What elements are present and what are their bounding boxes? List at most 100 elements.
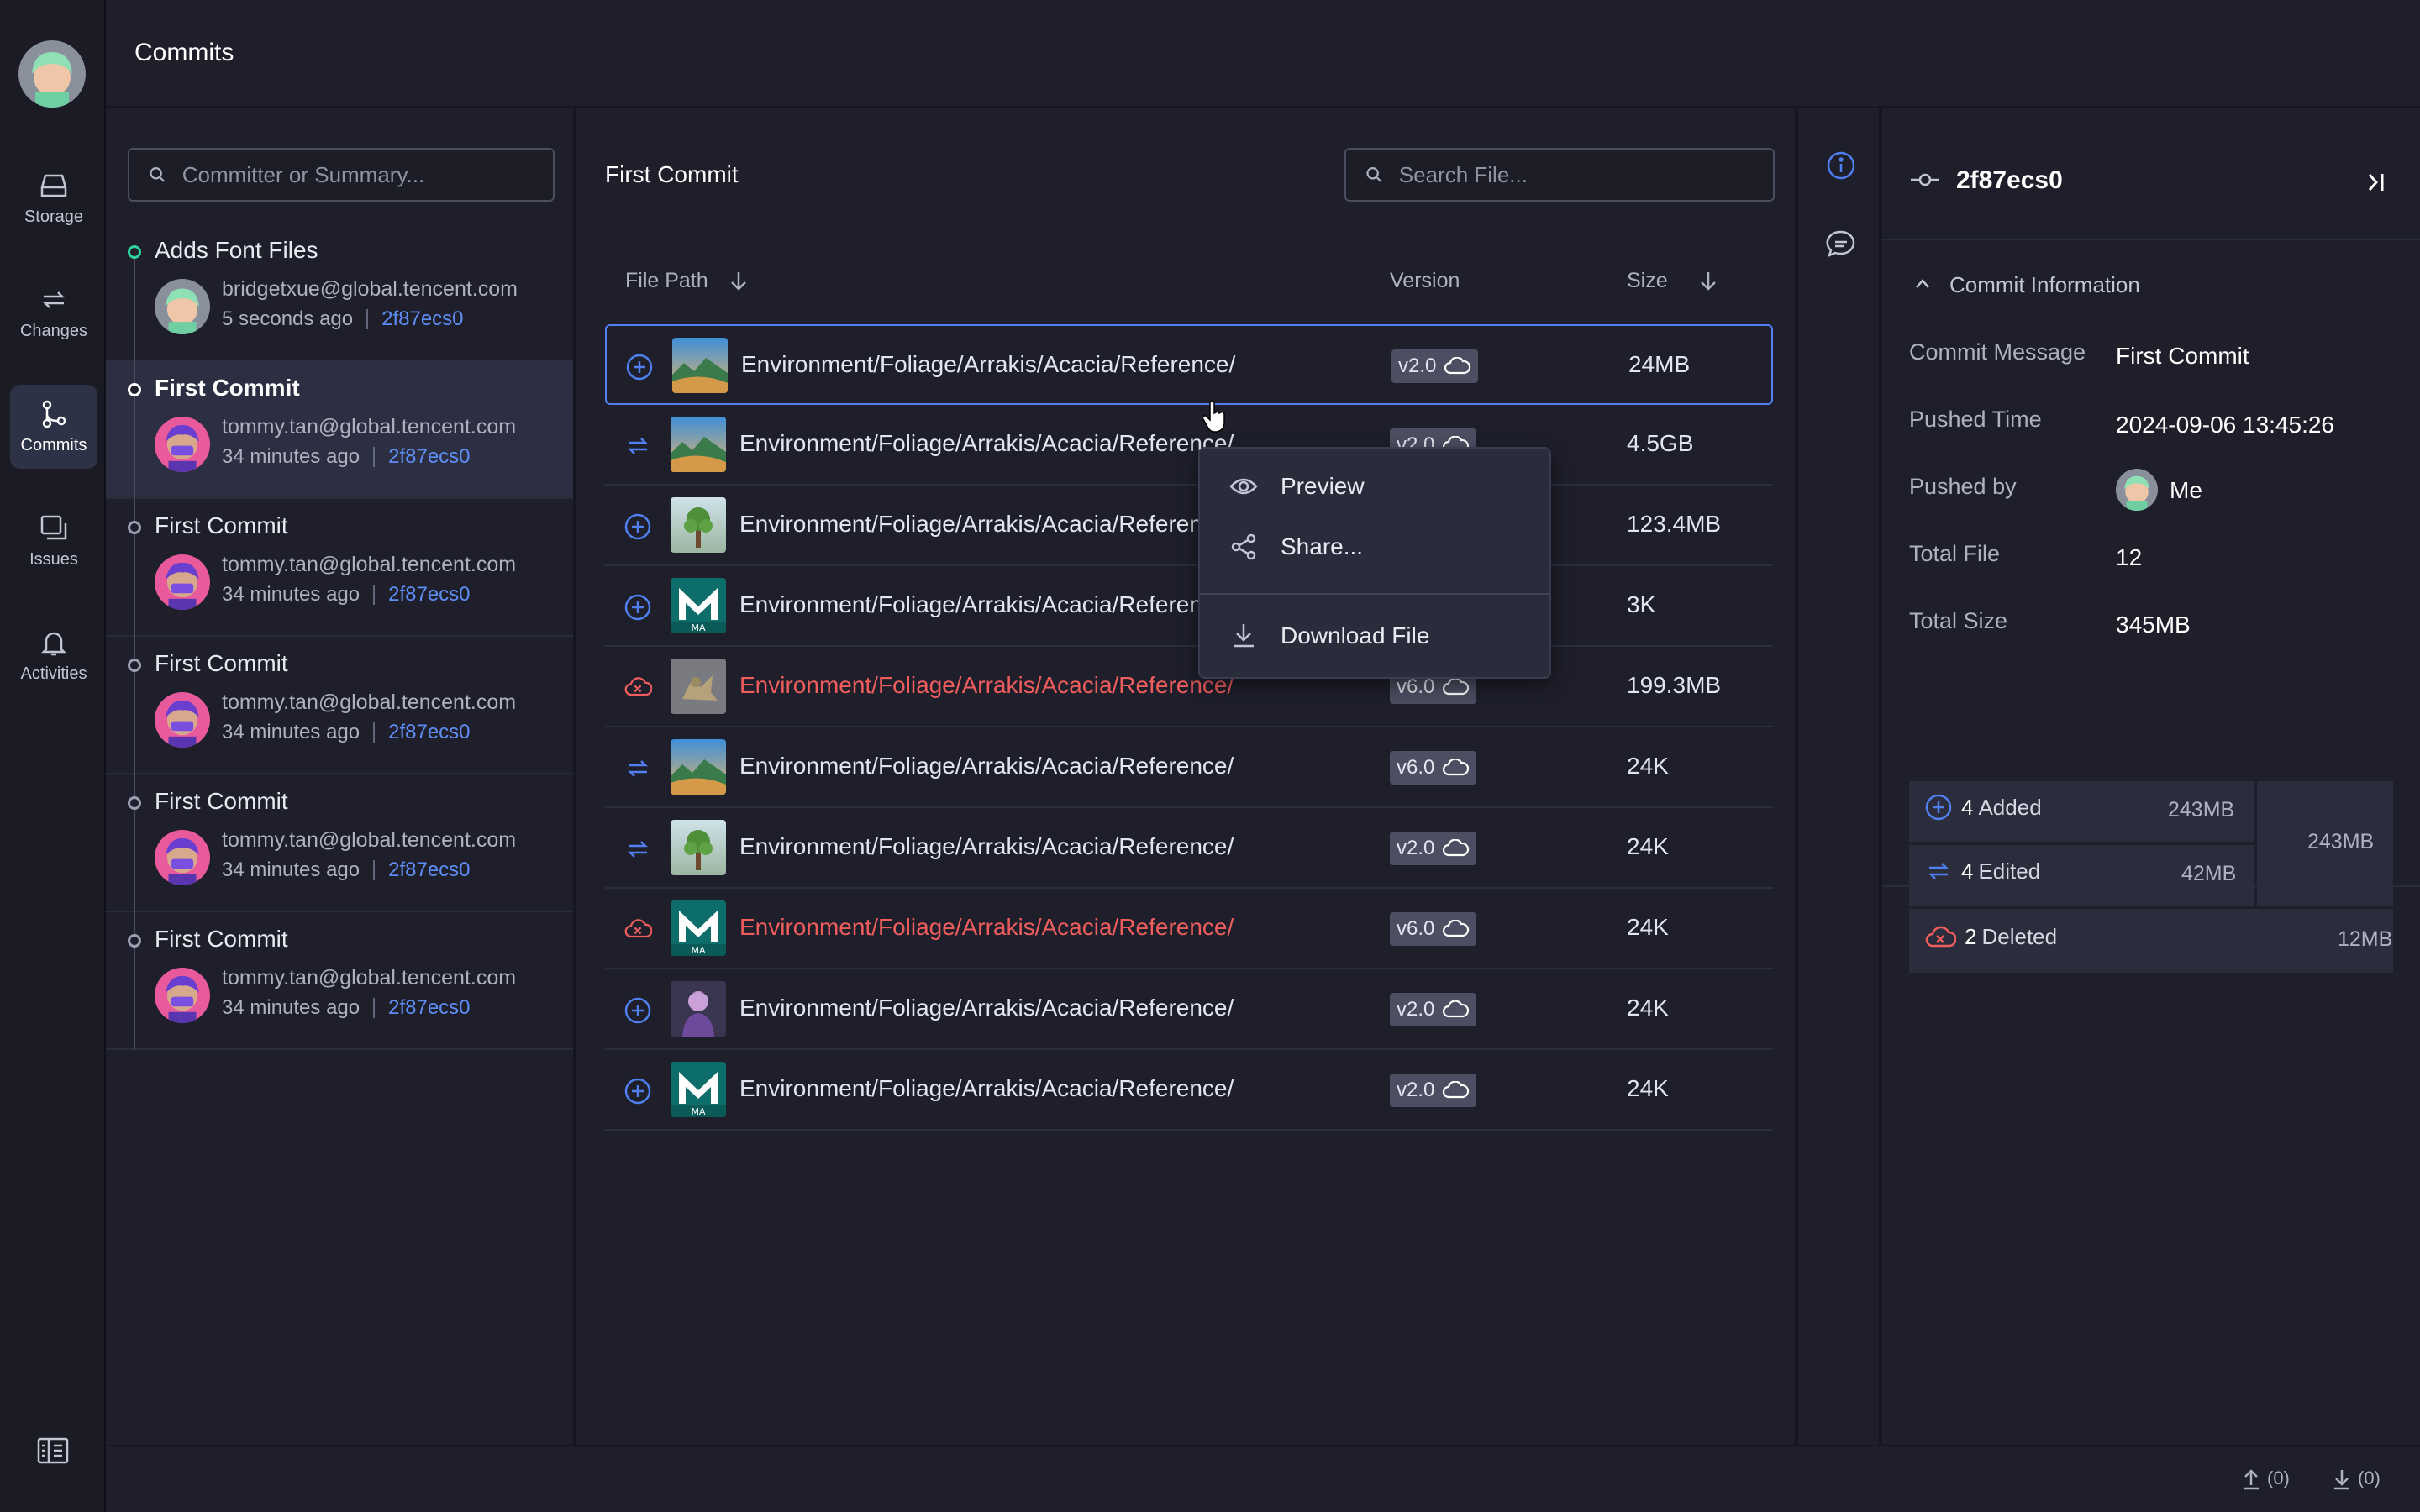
commit-title: Adds Font Files xyxy=(155,237,318,263)
file-thumbnail xyxy=(671,739,726,795)
version-badge[interactable]: v2.0 xyxy=(1390,993,1477,1026)
separator xyxy=(373,722,376,743)
section-title[interactable]: Commit Information xyxy=(1949,272,2140,298)
status-bar: (0) (0) xyxy=(106,1445,2420,1512)
file-size: 24K xyxy=(1627,833,1669,859)
file-path: Environment/Foliage/Arrakis/Acacia/Refer… xyxy=(739,511,1234,537)
file-path: Environment/Foliage/Arrakis/Acacia/Refer… xyxy=(739,430,1234,456)
layout-toggle-icon[interactable] xyxy=(37,1436,69,1465)
commit-hash: 2f87ecs0 xyxy=(1956,166,2063,194)
download-queue[interactable]: (0) xyxy=(2331,1467,2381,1490)
nav-issues[interactable]: Issues xyxy=(10,499,97,583)
added-count: 4 xyxy=(1961,794,1974,820)
sort-down-icon[interactable] xyxy=(1697,269,1719,292)
commit-hash-link[interactable]: 2f87ecs0 xyxy=(388,721,470,744)
nav-commits[interactable]: Commits xyxy=(10,385,97,469)
committer-avatar xyxy=(155,830,210,885)
details-header: 2f87ecs0 xyxy=(1882,108,2420,240)
commit-time: 5 seconds ago xyxy=(222,307,354,330)
added-size: 243MB xyxy=(2168,798,2235,822)
version-badge[interactable]: v6.0 xyxy=(1390,751,1477,785)
nav-changes[interactable]: Changes xyxy=(10,270,97,354)
commit-item[interactable]: First Commit tommy.tan@global.tencent.com… xyxy=(106,912,573,1050)
commit-hash-link[interactable]: 2f87ecs0 xyxy=(388,445,470,469)
file-size: 24K xyxy=(1627,1075,1669,1101)
version-badge[interactable]: v2.0 xyxy=(1392,349,1479,383)
column-file-path[interactable]: File Path xyxy=(625,269,708,293)
cloud-delete-icon xyxy=(1925,926,1956,948)
file-search-input[interactable] xyxy=(1398,161,1773,188)
commit-item[interactable]: First Commit tommy.tan@global.tencent.com… xyxy=(106,361,573,499)
commit-hash-link[interactable]: 2f87ecs0 xyxy=(388,996,470,1020)
file-row[interactable]: MA Environment/Foliage/Arrakis/Acacia/Ref… xyxy=(605,1050,1773,1131)
left-rail: Storage Changes Commits Issues Activitie… xyxy=(0,0,106,1512)
commit-meta: 5 seconds ago 2f87ecs0 xyxy=(222,307,464,331)
commit-title: First Commit xyxy=(155,650,288,676)
version-label: v2.0 xyxy=(1398,354,1437,377)
comment-icon[interactable] xyxy=(1825,228,1857,260)
file-row[interactable]: Environment/Foliage/Arrakis/Acacia/Refer… xyxy=(605,324,1773,405)
commit-graph-node xyxy=(128,659,141,672)
file-row[interactable]: Environment/Foliage/Arrakis/Acacia/Refer… xyxy=(605,727,1773,808)
commit-graph-node xyxy=(128,245,141,259)
commit-meta: 34 minutes ago 2f87ecs0 xyxy=(222,996,471,1020)
commit-title: First Commit xyxy=(155,375,300,401)
commit-time: 34 minutes ago xyxy=(222,721,360,743)
download-count: (0) xyxy=(2358,1467,2381,1488)
file-size: 199.3MB xyxy=(1627,672,1722,698)
version-badge[interactable]: v2.0 xyxy=(1390,1074,1477,1107)
file-row[interactable]: MA Environment/Foliage/Arrakis/Acacia/Ref… xyxy=(605,566,1773,647)
hand-cursor-icon xyxy=(1203,400,1225,433)
commit-hash-link[interactable]: 2f87ecs0 xyxy=(381,307,463,331)
file-row[interactable]: Environment/Foliage/Arrakis/Acacia/Refer… xyxy=(605,486,1773,566)
download-icon xyxy=(2334,1470,2349,1490)
separator xyxy=(373,998,376,1018)
column-size[interactable]: Size xyxy=(1627,269,1668,293)
nav-activities[interactable]: Activities xyxy=(10,613,97,697)
svg-text:MA: MA xyxy=(691,622,705,633)
file-row[interactable]: Environment/Foliage/Arrakis/Acacia/Refer… xyxy=(605,405,1773,486)
commit-item[interactable]: First Commit tommy.tan@global.tencent.com… xyxy=(106,499,573,637)
edited-label: Edited xyxy=(1978,858,2041,884)
file-row[interactable]: MA Environment/Foliage/Arrakis/Acacia/Ref… xyxy=(605,889,1773,969)
cloud-icon xyxy=(1443,678,1470,696)
file-row[interactable]: Environment/Foliage/Arrakis/Acacia/Refer… xyxy=(605,647,1773,727)
upload-queue[interactable]: (0) xyxy=(2240,1467,2290,1490)
commit-time: 34 minutes ago xyxy=(222,445,360,468)
committer-avatar xyxy=(155,554,210,610)
version-badge[interactable]: v6.0 xyxy=(1390,912,1477,946)
file-thumbnail xyxy=(671,659,726,714)
info-icon[interactable] xyxy=(1825,150,1857,181)
commit-item[interactable]: Adds Font Files bridgetxue@global.tencent… xyxy=(106,223,573,361)
commit-item[interactable]: First Commit tommy.tan@global.tencent.com… xyxy=(106,774,573,912)
menu-label: Download File xyxy=(1281,622,1430,648)
version-badge[interactable]: v2.0 xyxy=(1390,832,1477,865)
commit-graph-line xyxy=(134,361,135,499)
collapse-panel-icon[interactable] xyxy=(2363,170,2388,195)
commit-search-box[interactable] xyxy=(128,148,555,202)
nav-storage[interactable]: Storage xyxy=(10,156,97,240)
commit-meta: 34 minutes ago 2f87ecs0 xyxy=(222,858,471,882)
commit-search-input[interactable] xyxy=(182,161,553,188)
version-label: v6.0 xyxy=(1397,675,1435,698)
storage-icon xyxy=(40,174,67,197)
sort-down-icon[interactable] xyxy=(728,269,750,292)
commit-title: First Commit xyxy=(155,926,288,952)
file-row[interactable]: Environment/Foliage/Arrakis/Acacia/Refer… xyxy=(605,969,1773,1050)
commit-hash-link[interactable]: 2f87ecs0 xyxy=(388,583,470,606)
commit-hash-link[interactable]: 2f87ecs0 xyxy=(388,858,470,882)
user-avatar[interactable] xyxy=(18,40,86,108)
file-row[interactable]: Environment/Foliage/Arrakis/Acacia/Refer… xyxy=(605,808,1773,889)
commit-meta: 34 minutes ago 2f87ecs0 xyxy=(222,583,471,606)
commit-list-panel: Adds Font Files bridgetxue@global.tencent… xyxy=(106,108,576,1445)
committer-email: tommy.tan@global.tencent.com xyxy=(222,828,517,852)
menu-item-share[interactable]: Share... xyxy=(1200,517,1549,576)
file-search-box[interactable] xyxy=(1344,148,1775,202)
cloud-icon xyxy=(1443,839,1470,857)
commit-item[interactable]: First Commit tommy.tan@global.tencent.com… xyxy=(106,637,573,774)
chevron-up-icon[interactable] xyxy=(1912,276,1933,292)
plus-circle-icon xyxy=(623,512,652,541)
menu-item-download[interactable]: Download File xyxy=(1200,606,1549,665)
commit-graph-line xyxy=(134,774,135,912)
menu-item-preview[interactable]: Preview xyxy=(1200,457,1549,516)
